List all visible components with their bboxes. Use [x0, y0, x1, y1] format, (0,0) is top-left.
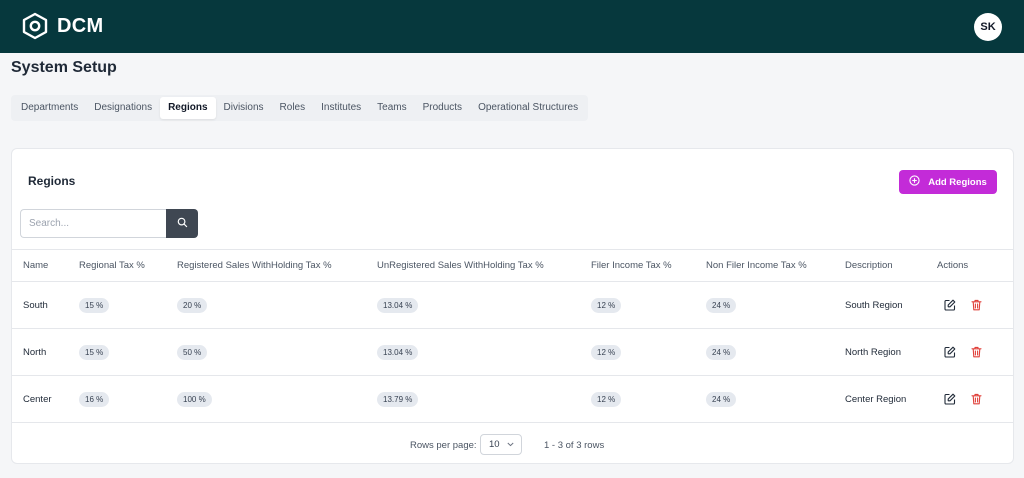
- filer-tax-badge: 12 %: [591, 297, 622, 313]
- region-description: South Region: [845, 299, 903, 311]
- filer-tax-badge: 12 %: [591, 391, 622, 407]
- row-actions: [937, 282, 982, 328]
- tab-products[interactable]: Products: [415, 97, 470, 119]
- page-title: System Setup: [11, 59, 117, 76]
- filer-tax-badge: 12 %: [591, 344, 622, 360]
- regional-tax-badge: 15 %: [79, 344, 110, 360]
- card-title: Regions: [28, 174, 76, 188]
- unregistered-wht-badge: 13.04 %: [377, 297, 419, 313]
- table-row: South 15 % 20 % 13.04 % 12 % 24 % South …: [12, 282, 1013, 329]
- column-header-regional-tax: Regional Tax %: [79, 260, 145, 271]
- tab-teams[interactable]: Teams: [369, 97, 414, 119]
- non-filer-tax-badge: 24 %: [706, 391, 737, 407]
- table-row: North 15 % 50 % 13.04 % 12 % 24 % North …: [12, 329, 1013, 376]
- edit-icon[interactable]: [944, 346, 956, 358]
- edit-icon[interactable]: [944, 299, 956, 311]
- region-name: North: [23, 346, 47, 358]
- region-name: Center: [23, 393, 52, 405]
- user-avatar[interactable]: SK: [974, 13, 1002, 41]
- column-header-filer-tax: Filer Income Tax %: [591, 260, 672, 271]
- row-actions: [937, 376, 982, 422]
- trash-icon[interactable]: [971, 346, 982, 358]
- trash-icon[interactable]: [971, 299, 982, 311]
- row-actions: [937, 329, 982, 375]
- tab-divisions[interactable]: Divisions: [216, 97, 272, 119]
- column-header-non-filer-tax: Non Filer Income Tax %: [706, 260, 807, 271]
- region-name: South: [23, 299, 48, 311]
- tab-roles[interactable]: Roles: [272, 97, 314, 119]
- unregistered-wht-badge: 13.04 %: [377, 344, 419, 360]
- registered-wht-badge: 50 %: [177, 344, 208, 360]
- edit-icon[interactable]: [944, 393, 956, 405]
- hexagon-logo-icon: [22, 12, 48, 40]
- rows-per-page-value: 10: [489, 439, 500, 450]
- registered-wht-badge: 100 %: [177, 391, 212, 407]
- table-row: Center 16 % 100 % 13.79 % 12 % 24 % Cent…: [12, 376, 1013, 423]
- non-filer-tax-badge: 24 %: [706, 297, 737, 313]
- brand-name: DCM: [57, 14, 104, 37]
- plus-circle-icon: [909, 175, 928, 189]
- tab-institutes[interactable]: Institutes: [313, 97, 369, 119]
- tab-designations[interactable]: Designations: [86, 97, 160, 119]
- pagination-range: 1 - 3 of 3 rows: [544, 440, 605, 451]
- search-button[interactable]: [166, 209, 198, 238]
- add-regions-label: Add Regions: [928, 176, 987, 188]
- search-input[interactable]: [20, 209, 166, 238]
- column-header-registered-wht: Registered Sales WithHolding Tax %: [177, 260, 332, 271]
- search-icon: [177, 215, 188, 233]
- column-header-actions: Actions: [937, 260, 969, 271]
- rows-per-page-label: Rows per page:: [410, 440, 477, 451]
- column-header-description: Description: [845, 260, 893, 271]
- search-bar: [20, 209, 198, 238]
- pagination-bar: Rows per page: 10 1 - 3 of 3 rows: [12, 428, 1013, 464]
- region-description: North Region: [845, 346, 901, 358]
- tab-operational-structures[interactable]: Operational Structures: [470, 97, 586, 119]
- rows-per-page-select[interactable]: 10: [480, 434, 522, 455]
- regional-tax-badge: 16 %: [79, 391, 110, 407]
- tab-regions[interactable]: Regions: [160, 97, 216, 119]
- region-description: Center Region: [845, 393, 907, 405]
- non-filer-tax-badge: 24 %: [706, 344, 737, 360]
- tab-departments[interactable]: Departments: [13, 97, 86, 119]
- unregistered-wht-badge: 13.79 %: [377, 391, 419, 407]
- column-header-name: Name: [23, 260, 49, 271]
- column-header-unregistered-wht: UnRegistered Sales WithHolding Tax %: [377, 260, 544, 271]
- table-header-row: Name Regional Tax % Registered Sales Wit…: [12, 250, 1013, 282]
- add-regions-button[interactable]: Add Regions: [899, 170, 997, 194]
- regions-card: Regions Add Regions Name Regional Tax %: [11, 148, 1014, 464]
- top-navbar: DCM SK: [0, 0, 1024, 53]
- trash-icon[interactable]: [971, 393, 982, 405]
- brand-logo[interactable]: DCM: [22, 12, 103, 40]
- setup-tabs: Departments Designations Regions Divisio…: [11, 95, 589, 121]
- regions-table: Name Regional Tax % Registered Sales Wit…: [12, 249, 1013, 423]
- regional-tax-badge: 15 %: [79, 297, 110, 313]
- registered-wht-badge: 20 %: [177, 297, 208, 313]
